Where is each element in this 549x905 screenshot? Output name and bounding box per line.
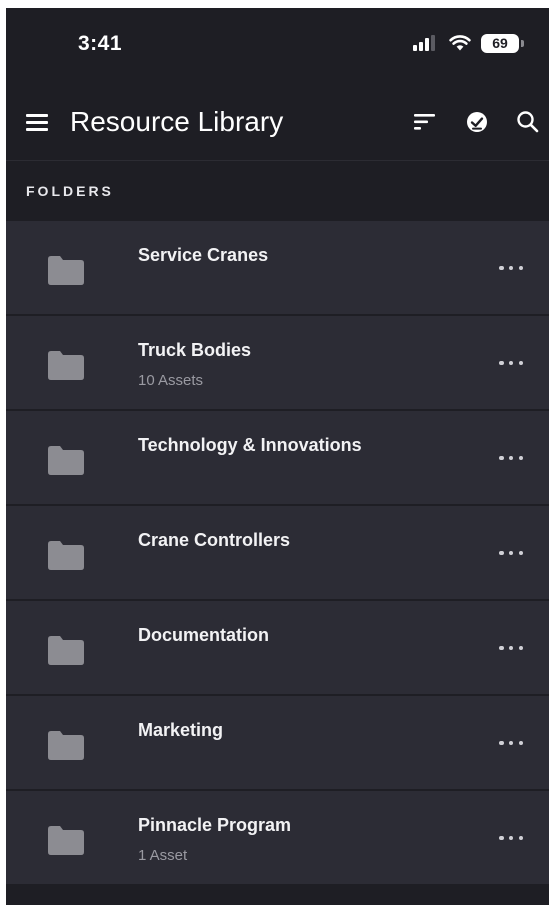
folder-icon xyxy=(48,256,84,285)
check-circle-icon[interactable] xyxy=(466,111,488,133)
folder-icon xyxy=(48,541,84,570)
section-header: FOLDERS xyxy=(6,161,549,221)
battery-icon: 69 xyxy=(481,33,524,53)
search-icon[interactable] xyxy=(516,110,540,134)
app-header: Resource Library xyxy=(6,86,549,161)
more-options-icon[interactable] xyxy=(499,454,523,462)
signal-icon xyxy=(413,35,437,51)
more-options-icon[interactable] xyxy=(499,644,523,652)
folder-icon xyxy=(48,826,84,855)
section-label: FOLDERS xyxy=(26,183,114,199)
more-options-icon[interactable] xyxy=(499,834,523,842)
folder-name: Marketing xyxy=(138,720,224,740)
sort-icon[interactable] xyxy=(414,113,436,131)
more-options-icon[interactable] xyxy=(499,739,523,747)
more-options-icon[interactable] xyxy=(499,549,523,557)
folder-name: Technology & Innovations xyxy=(138,435,362,455)
folder-name: Service Cranes xyxy=(138,245,269,265)
folder-name: Truck Bodies xyxy=(138,340,252,360)
folder-icon xyxy=(48,731,84,760)
folder-asset-count: 1 Asset xyxy=(138,847,188,864)
folder-asset-count: 10 Assets xyxy=(138,372,204,389)
folder-list: Service Cranes Truck Bodies 10 Assets Te… xyxy=(6,221,549,886)
list-item[interactable]: Documentation xyxy=(6,601,549,696)
list-item[interactable]: Pinnacle Program 1 Asset xyxy=(6,791,549,886)
more-options-icon[interactable] xyxy=(499,359,523,367)
status-time: 3:41 xyxy=(78,32,123,55)
status-bar: 3:41 69 xyxy=(6,8,549,86)
status-indicators: 69 xyxy=(413,32,524,54)
folder-icon xyxy=(48,446,84,475)
folder-icon xyxy=(48,636,84,665)
list-item[interactable]: Service Cranes xyxy=(6,221,549,316)
list-item[interactable]: Technology & Innovations xyxy=(6,411,549,506)
list-item[interactable]: Truck Bodies 10 Assets xyxy=(6,316,549,411)
wifi-icon xyxy=(449,35,471,51)
folder-name: Documentation xyxy=(138,625,270,645)
more-options-icon[interactable] xyxy=(499,264,523,272)
bottom-area xyxy=(6,886,549,905)
battery-level: 69 xyxy=(492,35,508,51)
menu-icon[interactable] xyxy=(26,114,48,132)
list-item[interactable]: Marketing xyxy=(6,696,549,791)
folder-name: Pinnacle Program xyxy=(138,815,292,835)
page-title: Resource Library xyxy=(70,106,284,137)
app-screen: 3:41 69 Resource Library FOLDERS Service… xyxy=(6,8,549,905)
folder-name: Crane Controllers xyxy=(138,530,291,550)
list-item[interactable]: Crane Controllers xyxy=(6,506,549,601)
folder-icon xyxy=(48,351,84,380)
